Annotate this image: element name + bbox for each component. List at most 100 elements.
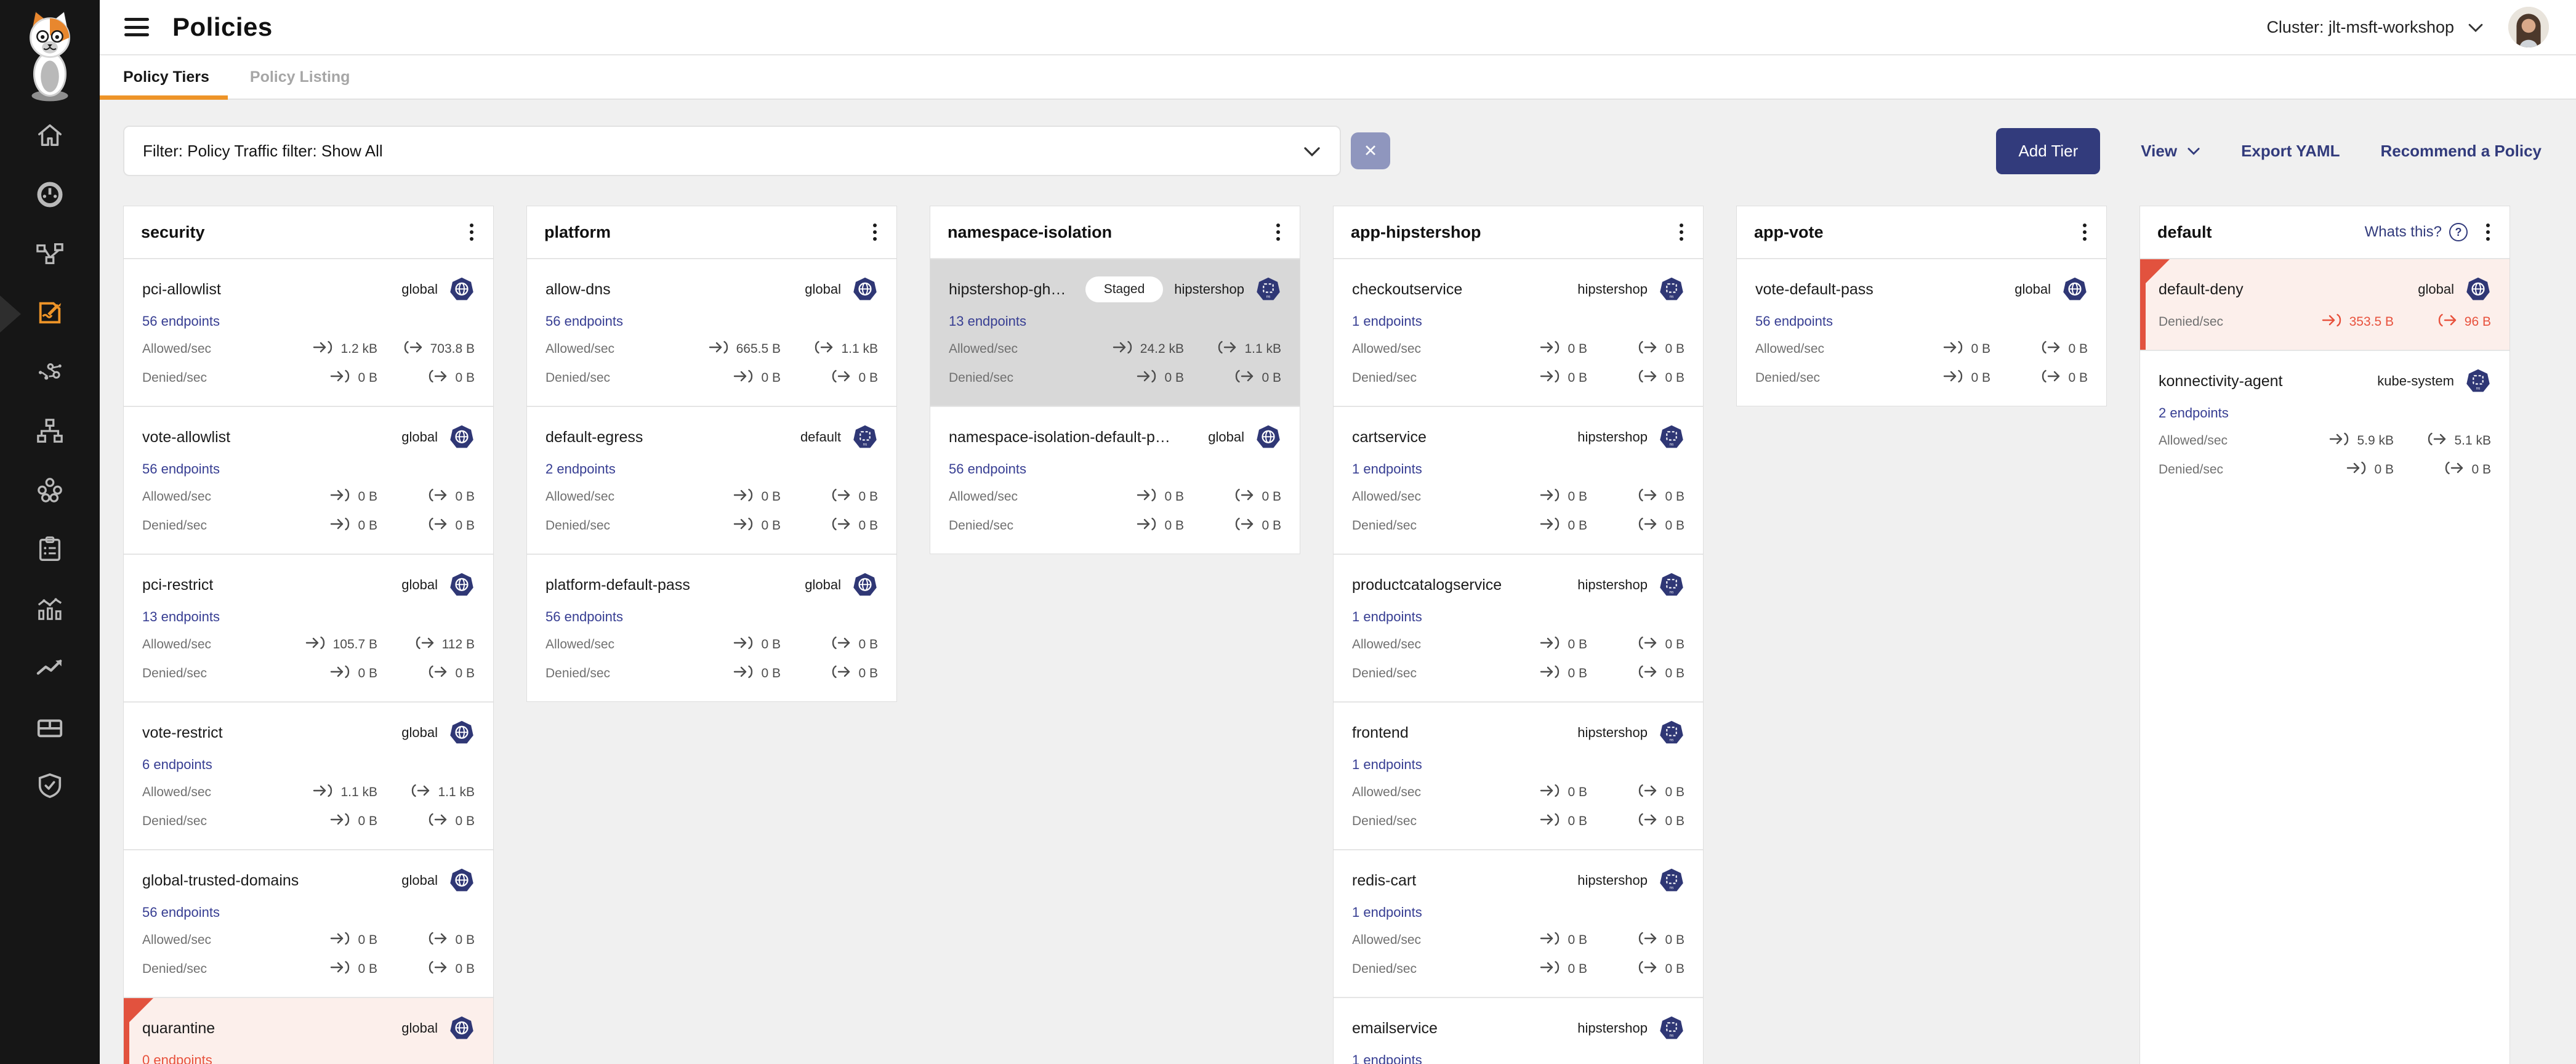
policy-card[interactable]: vote-restrictglobal6 endpointsAllowed/se… <box>124 701 493 849</box>
policy-card[interactable]: hipstershop-gh…Stagedhipstershopns13 end… <box>930 258 1300 406</box>
tier-column-app-hipstershop: app-hipstershopcheckoutservicehipstersho… <box>1333 206 1704 1064</box>
endpoints-link[interactable]: 13 endpoints <box>142 609 220 625</box>
endpoints-link[interactable]: 56 endpoints <box>142 313 220 329</box>
outbound-arrow-icon <box>1636 635 1659 654</box>
inbound-amount: 0 B <box>358 490 377 504</box>
tier-menu-kebab-icon[interactable] <box>2080 220 2089 244</box>
stat-label: Denied/sec <box>142 814 207 829</box>
policy-card[interactable]: redis-carthipstershopns1 endpointsAllowe… <box>1334 849 1703 997</box>
endpoints-link[interactable]: 1 endpoints <box>1352 757 1422 773</box>
tier-menu-kebab-icon[interactable] <box>2484 220 2492 244</box>
policy-card[interactable]: pci-allowlistglobal56 endpointsAllowed/s… <box>124 258 493 406</box>
recommend-policy-button[interactable]: Recommend a Policy <box>2380 142 2542 161</box>
sidebar-item-workloads[interactable] <box>0 698 100 757</box>
endpoints-link[interactable]: 56 endpoints <box>545 313 623 329</box>
stat-label: Denied/sec <box>142 962 207 977</box>
sidebar-item-timeline[interactable] <box>0 639 100 698</box>
inbound-arrow-icon <box>708 340 730 358</box>
endpoints-link[interactable]: 1 endpoints <box>1352 905 1422 921</box>
policy-card[interactable]: productcatalogservicehipstershopns1 endp… <box>1334 554 1703 701</box>
sidebar-item-network-sets[interactable] <box>0 344 100 403</box>
policy-card[interactable]: default-egressdefaultns2 endpointsAllowe… <box>527 406 896 554</box>
traffic-stat-row: Denied/sec0 B0 B <box>142 664 475 683</box>
tier-menu-kebab-icon[interactable] <box>871 220 879 244</box>
sidebar-item-hosts[interactable] <box>0 403 100 462</box>
policy-card-header: default-denyglobal <box>2159 276 2491 302</box>
tier-menu-kebab-icon[interactable] <box>1274 220 1282 244</box>
policy-card[interactable]: platform-default-passglobal56 endpointsA… <box>527 554 896 701</box>
endpoints-link[interactable]: 56 endpoints <box>142 461 220 477</box>
traffic-stat-row: Allowed/sec24.2 kB1.1 kB <box>949 340 1281 358</box>
content-area: Filter: Policy Traffic filter: Show All … <box>100 100 2576 1064</box>
endpoints-link[interactable]: 56 endpoints <box>142 905 220 921</box>
sidebar-item-threat-defense[interactable] <box>0 757 100 816</box>
svg-text:ns: ns <box>2476 386 2481 390</box>
inbound-value: 0 B <box>1494 812 1587 831</box>
inbound-amount: 0 B <box>1568 666 1587 681</box>
sidebar-item-compliance[interactable] <box>0 521 100 580</box>
sidebar-item-clusters[interactable] <box>0 462 100 521</box>
tier-column-platform: platformallow-dnsglobal56 endpointsAllow… <box>526 206 897 702</box>
endpoints-link[interactable]: 1 endpoints <box>1352 609 1422 625</box>
sidebar-item-policies[interactable] <box>0 284 100 344</box>
stat-label: Allowed/sec <box>1352 933 1421 948</box>
outbound-amount: 112 B <box>442 637 475 652</box>
sidebar-item-dashboard[interactable] <box>0 166 100 225</box>
policy-card[interactable]: default-denyglobalDenied/sec353.5 B96 B <box>2140 258 2510 350</box>
policy-card[interactable]: konnectivity-agentkube-systemns2 endpoin… <box>2140 350 2510 498</box>
stat-values: 0 B0 B <box>1494 340 1684 358</box>
policy-card[interactable]: cartservicehipstershopns1 endpointsAllow… <box>1334 406 1703 554</box>
traffic-stat-row: Allowed/sec0 B0 B <box>1352 783 1684 802</box>
policy-card[interactable]: allow-dnsglobal56 endpointsAllowed/sec66… <box>527 258 896 406</box>
policy-card[interactable]: vote-allowlistglobal56 endpointsAllowed/… <box>124 406 493 554</box>
cluster-selector[interactable]: Cluster: jlt-msft-workshop <box>2266 18 2484 37</box>
tab-policy-tiers[interactable]: Policy Tiers <box>123 55 209 99</box>
namespace-scope-icon: ns <box>1659 1015 1684 1041</box>
sidebar-item-home[interactable] <box>0 107 100 166</box>
endpoints-link[interactable]: 56 endpoints <box>949 461 1026 477</box>
clear-filter-button[interactable]: ✕ <box>1351 132 1390 169</box>
endpoints-link[interactable]: 2 endpoints <box>545 461 616 477</box>
outbound-amount: 0 B <box>2068 342 2088 357</box>
endpoints-link[interactable]: 56 endpoints <box>545 609 623 625</box>
endpoints-link[interactable]: 2 endpoints <box>2159 405 2229 421</box>
endpoints-link[interactable]: 1 endpoints <box>1352 461 1422 477</box>
policy-card[interactable]: vote-default-passglobal56 endpointsAllow… <box>1737 258 2106 406</box>
policy-card[interactable]: frontendhipstershopns1 endpointsAllowed/… <box>1334 701 1703 849</box>
policy-card[interactable]: namespace-isolation-default-p…global56 e… <box>930 406 1300 554</box>
endpoints-link[interactable]: 0 endpoints <box>142 1052 212 1064</box>
stat-label: Allowed/sec <box>2159 433 2228 448</box>
policy-card[interactable]: quarantineglobal0 endpoints <box>124 997 493 1064</box>
stat-values: 0 B0 B <box>687 635 878 654</box>
tier-menu-kebab-icon[interactable] <box>1677 220 1686 244</box>
policy-filter-select[interactable]: Filter: Policy Traffic filter: Show All <box>123 126 1341 176</box>
traffic-stat-row: Denied/sec0 B0 B <box>1352 517 1684 535</box>
export-yaml-button[interactable]: Export YAML <box>2241 142 2340 161</box>
policy-card[interactable]: checkoutservicehipstershopns1 endpointsA… <box>1334 258 1703 406</box>
sidebar-item-logs[interactable] <box>0 580 100 639</box>
sidebar-item-service-graph[interactable] <box>0 225 100 284</box>
policy-card-header: global-trusted-domainsglobal <box>142 868 475 893</box>
policy-card[interactable]: pci-restrictglobal13 endpointsAllowed/se… <box>124 554 493 701</box>
add-tier-button[interactable]: Add Tier <box>1996 128 2100 174</box>
policy-card[interactable]: emailservicehipstershopns1 endpointsAllo… <box>1334 997 1703 1064</box>
endpoints-link[interactable]: 13 endpoints <box>949 313 1026 329</box>
tab-policy-listing[interactable]: Policy Listing <box>250 55 350 99</box>
traffic-stat-row: Allowed/sec0 B0 B <box>142 931 475 949</box>
endpoints-link[interactable]: 56 endpoints <box>1755 313 1833 329</box>
outbound-amount: 703.8 B <box>430 342 475 357</box>
user-avatar[interactable] <box>2508 7 2549 47</box>
inbound-arrow-icon <box>1539 664 1561 683</box>
view-dropdown[interactable]: View <box>2141 142 2200 161</box>
endpoints-link[interactable]: 1 endpoints <box>1352 1052 1422 1064</box>
scope-label: hipstershop <box>1174 281 1244 297</box>
traffic-stat-row: Denied/sec0 B0 B <box>545 664 878 683</box>
policy-card[interactable]: global-trusted-domainsglobal 56 endpoints… <box>124 849 493 997</box>
inbound-arrow-icon <box>1539 812 1561 831</box>
hamburger-menu-icon[interactable] <box>124 18 149 36</box>
endpoints-link[interactable]: 1 endpoints <box>1352 313 1422 329</box>
tier-menu-kebab-icon[interactable] <box>467 220 476 244</box>
endpoints-link[interactable]: 6 endpoints <box>142 757 212 773</box>
whats-this-link[interactable]: Whats this?? <box>2365 223 2468 241</box>
scope-label: global <box>805 577 841 593</box>
